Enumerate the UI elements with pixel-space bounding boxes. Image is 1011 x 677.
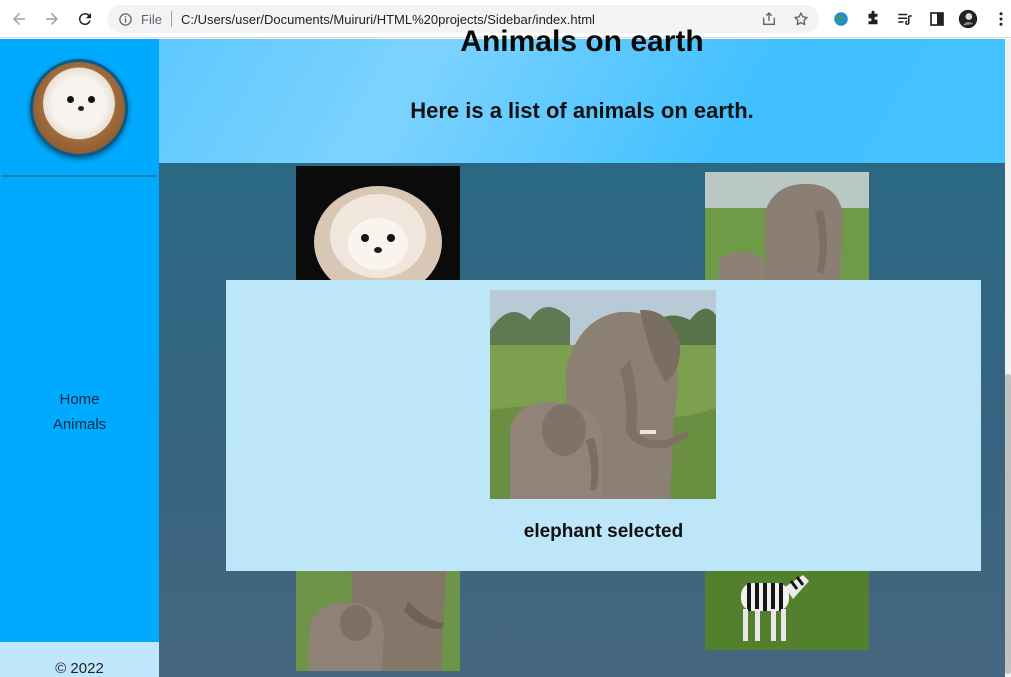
- modal-caption: elephant selected: [523, 521, 684, 542]
- sidebar-link-animals[interactable]: Animals: [0, 412, 159, 437]
- page-title: Animals on earth: [460, 25, 704, 58]
- page-subtitle: Here is a list of animals on earth.: [410, 98, 754, 123]
- info-icon[interactable]: [117, 11, 133, 27]
- avatar-eye: [88, 96, 95, 103]
- page-scrollbar[interactable]: [1005, 39, 1011, 677]
- gallery-item-pomeranian[interactable]: [296, 166, 460, 282]
- forward-button[interactable]: [38, 5, 66, 33]
- page-header: Animals on earth Here is a list of anima…: [159, 25, 1005, 163]
- gallery-item-elephant[interactable]: [296, 571, 460, 671]
- gallery-item-elephant[interactable]: [705, 172, 869, 282]
- selected-animal-image: [490, 290, 716, 499]
- sidebar-footer: © 2022: [0, 642, 159, 677]
- avatar-eye: [67, 96, 74, 103]
- scrollbar-thumb[interactable]: [1005, 374, 1011, 674]
- reload-button[interactable]: [71, 5, 99, 33]
- reload-icon: [78, 12, 91, 25]
- selection-modal: elephant selected: [226, 280, 981, 571]
- sidebar-nav: Home Animals: [0, 387, 159, 437]
- sidebar-divider: [2, 175, 157, 177]
- sidebar-avatar: [30, 59, 128, 157]
- avatar-nose: [78, 106, 84, 111]
- sidebar-link-home[interactable]: Home: [0, 387, 159, 412]
- sidebar: Home Animals © 2022: [0, 39, 159, 677]
- forward-arrow-icon: [46, 12, 58, 25]
- back-arrow-icon: [13, 12, 25, 25]
- back-button[interactable]: [5, 5, 33, 33]
- gallery-item-zebra[interactable]: [705, 571, 869, 650]
